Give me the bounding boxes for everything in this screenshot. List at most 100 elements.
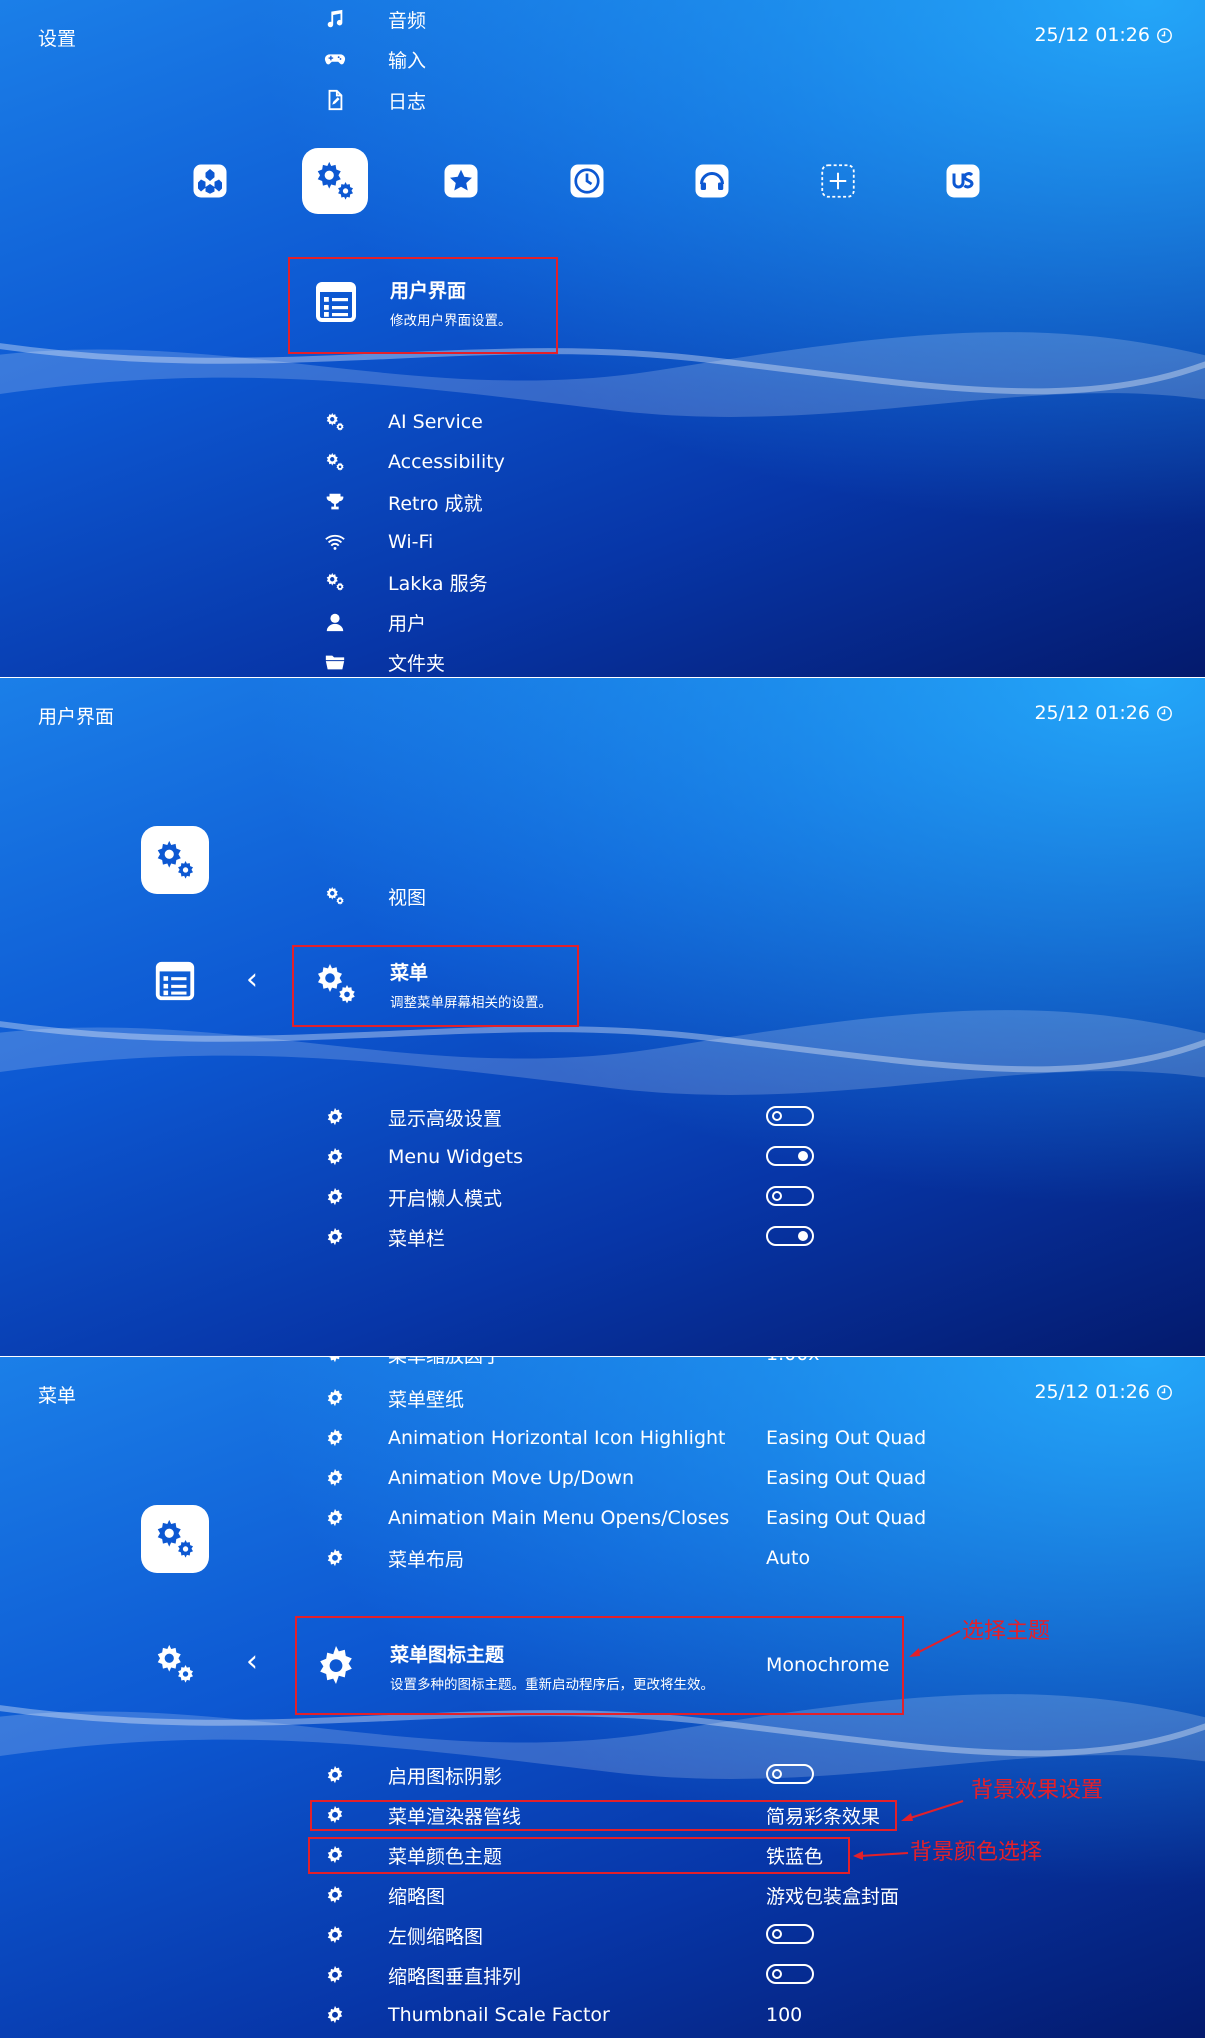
toggle-switch-off[interactable]: [766, 1924, 814, 1944]
gear-icon: [318, 1220, 352, 1254]
annotation-select-theme: 选择主题: [962, 1619, 1051, 1644]
toggle-switch-off[interactable]: [766, 1964, 814, 1984]
menu-item-animation-horizontal[interactable]: Animation Horizontal Icon Highlight Easi…: [318, 1421, 1178, 1455]
menu-item-animation-move[interactable]: Animation Move Up/Down Easing Out Quad: [318, 1461, 1178, 1495]
gear-icon: [318, 1541, 352, 1575]
sidebar-menu[interactable]: [150, 1639, 200, 1689]
folder-icon: [318, 645, 352, 677]
category-favorites[interactable]: [428, 148, 494, 214]
category-main-menu[interactable]: [177, 148, 243, 214]
menu-item-menu-scale-factor[interactable]: 菜单缩放因子 1.00x: [318, 1357, 1178, 1371]
sidebar-user-interface[interactable]: [150, 956, 200, 1006]
clock-icon: [1156, 705, 1173, 722]
menu-item-value: 100: [766, 2004, 803, 2026]
gear-icon: [318, 1461, 352, 1495]
toggle-switch-on[interactable]: [766, 1226, 814, 1246]
menu-item-lakka-services[interactable]: Lakka 服务: [318, 565, 1178, 599]
menu-item-achievements[interactable]: Retro 成就: [318, 485, 1178, 519]
category-settings[interactable]: [302, 148, 368, 214]
page-title: 设置: [38, 28, 77, 50]
page-title: 菜单: [38, 1385, 77, 1407]
gears-icon: [318, 565, 352, 599]
menu-item-value: Easing Out Quad: [766, 1427, 927, 1449]
back-chevron-icon[interactable]: ‹: [246, 962, 258, 997]
category-explore[interactable]: [930, 148, 996, 214]
category-history[interactable]: [554, 148, 620, 214]
menu-item-label: Thumbnail Scale Factor: [388, 2004, 610, 2026]
gear-icon: [318, 1100, 352, 1134]
menu-item-label: AI Service: [388, 411, 483, 433]
menu-item-user[interactable]: 用户: [318, 605, 1178, 639]
gear-icon: [318, 1501, 352, 1535]
menu-item-menu-layout[interactable]: 菜单布局 Auto: [318, 1541, 1178, 1575]
menu-item-label: 输入: [388, 49, 427, 72]
menu-item-ai-service[interactable]: AI Service: [318, 405, 1178, 439]
log-file-icon: [318, 83, 352, 117]
menu-item-animation-main-menu[interactable]: Animation Main Menu Opens/Closes Easing …: [318, 1501, 1178, 1535]
menu-item-label: 视图: [388, 886, 427, 909]
toggle-switch-off[interactable]: [766, 1186, 814, 1206]
clock: 25/12 01:26: [1034, 702, 1173, 724]
menu-item-label: Lakka 服务: [388, 572, 488, 595]
menu-item-lazy-mode[interactable]: 开启懒人模式: [318, 1180, 1178, 1214]
menu-item-left-thumbnails[interactable]: 左侧缩略图: [318, 1918, 1178, 1952]
menu-item-menu-wallpaper[interactable]: 菜单壁纸: [318, 1381, 1178, 1415]
history-clock-icon: [569, 163, 605, 199]
gear-icon: [318, 1140, 352, 1174]
menu-item-vertical-thumbnails[interactable]: 缩略图垂直排列: [318, 1958, 1178, 1992]
panel-user-interface: 用户界面 25/12 01:26 ‹ 视图 菜单 调整菜单屏幕相关的设置。 显示…: [0, 678, 1205, 1356]
menu-item-label: 左侧缩略图: [388, 1925, 484, 1948]
back-chevron-icon[interactable]: ‹: [246, 1644, 258, 1679]
menu-item-show-advanced[interactable]: 显示高级设置: [318, 1100, 1178, 1134]
menu-item-label: 菜单壁纸: [388, 1388, 465, 1411]
menu-item-directory[interactable]: 文件夹: [318, 645, 1178, 677]
menu-item-label: Animation Horizontal Icon Highlight: [388, 1427, 726, 1449]
sidebar-settings-card[interactable]: [141, 1505, 209, 1573]
gear-icon: [318, 1918, 352, 1952]
menu-item-thumbnails[interactable]: 缩略图 游戏包装盒封面: [318, 1878, 1178, 1912]
annotation-background-color: 背景颜色选择: [910, 1840, 1043, 1865]
menu-item-value: 游戏包装盒封面: [766, 1885, 900, 1908]
gear-icon: [318, 1958, 352, 1992]
gear-icon: [318, 1878, 352, 1912]
toggle-switch-on[interactable]: [766, 1146, 814, 1166]
highlight-box-color-theme: [308, 1837, 850, 1874]
add-plus-icon: [820, 163, 856, 199]
annotation-arrow: [853, 1851, 909, 1860]
wifi-icon: [318, 525, 352, 559]
menu-item-menu-widgets[interactable]: Menu Widgets: [318, 1140, 1178, 1174]
annotation-background-effect: 背景效果设置: [971, 1778, 1104, 1803]
menu-item-input[interactable]: 输入: [318, 42, 1178, 76]
menu-item-audio[interactable]: 音频: [318, 2, 1178, 36]
highlight-box-icon-theme: [295, 1616, 904, 1715]
menu-item-view[interactable]: 视图: [318, 879, 1178, 913]
gear-icon: [318, 1357, 352, 1371]
menu-item-thumbnail-scale[interactable]: Thumbnail Scale Factor 100: [318, 1998, 1178, 2032]
gear-icon: [318, 1421, 352, 1455]
trophy-icon: [318, 485, 352, 519]
menu-item-label: 显示高级设置: [388, 1107, 503, 1130]
menu-item-menubar[interactable]: 菜单栏: [318, 1220, 1178, 1254]
menu-item-value: 1.00x: [766, 1357, 820, 1365]
panel-settings: 设置 25/12 01:26 音频 输入 日志 用户界面 修改用户界面设置。 A…: [0, 0, 1205, 677]
page-title: 用户界面: [38, 706, 115, 728]
highlight-box-render-pipeline: [310, 1800, 897, 1831]
menu-item-label: 缩略图垂直排列: [388, 1965, 522, 1988]
gamepad-icon: [318, 42, 352, 76]
category-add[interactable]: [805, 148, 871, 214]
gears-icon: [152, 1641, 198, 1687]
gears-icon: [318, 879, 352, 913]
menu-item-log[interactable]: 日志: [318, 83, 1178, 117]
menu-item-accessibility[interactable]: Accessibility: [318, 445, 1178, 479]
clock-text: 25/12 01:26: [1034, 702, 1150, 724]
category-netplay[interactable]: [679, 148, 745, 214]
menu-item-label: 缩略图: [388, 1885, 446, 1908]
toggle-switch-off[interactable]: [766, 1764, 814, 1784]
menu-item-label: Wi-Fi: [388, 531, 434, 553]
menu-item-wifi[interactable]: Wi-Fi: [318, 525, 1178, 559]
explore-icon: [945, 163, 981, 199]
menu-item-label: 用户: [388, 612, 427, 635]
highlight-box-menu: [292, 945, 579, 1027]
toggle-switch-off[interactable]: [766, 1106, 814, 1126]
sidebar-settings-card[interactable]: [141, 826, 209, 894]
